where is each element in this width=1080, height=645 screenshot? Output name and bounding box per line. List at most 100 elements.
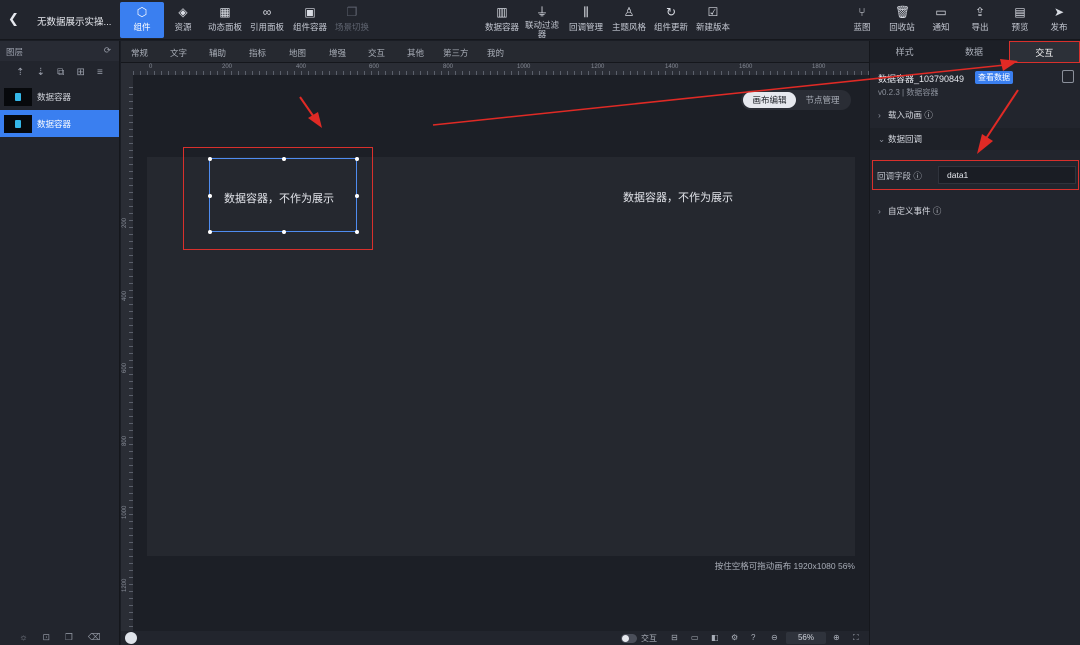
canvas-bottom-bar: 交互 ⊟ ▭ ◧ ⚙ ? ⊖ 56% ⊕ ⛶ (121, 631, 869, 645)
tool-component-update[interactable]: ↻ 组件更新 (649, 2, 693, 38)
tool-label: 回调管理 (568, 22, 603, 32)
tool-components[interactable]: ⬡ 组件 (120, 2, 164, 38)
category-tab[interactable]: 文字 (170, 47, 187, 59)
help-icon[interactable]: ? (751, 633, 755, 642)
chevron-down-icon: ⌄ (878, 134, 886, 144)
category-tab[interactable]: 第三方 (443, 47, 469, 59)
tool-label: 发布 (1050, 22, 1068, 32)
assistant-avatar-icon[interactable] (125, 632, 137, 644)
tool-data-container[interactable]: ▥ 数据容器 (480, 2, 524, 38)
layer-thumbnail (4, 114, 32, 133)
category-tab[interactable]: 其他 (407, 47, 424, 59)
bulb-icon[interactable]: ☼ (19, 632, 27, 643)
tab-interaction[interactable]: 交互 (1008, 41, 1080, 63)
ruler-label: 1800 (812, 64, 826, 70)
mode-node-manage[interactable]: 节点管理 (796, 92, 849, 108)
category-tab[interactable]: 交互 (368, 47, 385, 59)
section-custom-event[interactable]: › 自定义事件 ⓘ (870, 200, 1080, 222)
layer-label: 数据容器 (37, 118, 72, 129)
category-tab[interactable]: 常规 (131, 47, 148, 59)
move-up-icon[interactable]: ⇡ (16, 67, 24, 78)
tool-linkage-filter[interactable]: ⏚ 联动过滤器 (520, 2, 564, 39)
tool-label: 通知 (932, 22, 950, 32)
interaction-toggle-label: 交互 (641, 634, 657, 643)
tool-label: 引用面板 (249, 22, 284, 32)
layer-item[interactable]: 数据容器 (0, 83, 119, 110)
category-tab[interactable]: 指标 (249, 47, 266, 59)
tool-new-version[interactable]: ☑ 新建版本 (691, 2, 735, 38)
ruler-label: 600 (369, 64, 380, 70)
refresh-icon[interactable]: ⟳ (104, 45, 111, 56)
help-circle-icon[interactable]: ⓘ (933, 206, 942, 216)
tool-notify[interactable]: ▭ 通知 (919, 2, 963, 38)
canvas-mode-switch: 画布编辑 节点管理 (741, 90, 851, 110)
ruler-label: 200 (122, 217, 128, 228)
ruler-label: 0 (149, 64, 153, 70)
tool-scene-switch[interactable]: ❐ 场景切换 (330, 2, 374, 38)
mode-canvas-edit[interactable]: 画布编辑 (743, 92, 796, 108)
fit-screen-icon[interactable]: ⛶ (853, 633, 859, 643)
settings-icon[interactable]: ⚙ (731, 633, 738, 642)
link-icon: ∞ (262, 5, 272, 19)
component-version: v0.2.3 | 数据容器 (878, 88, 939, 97)
shortcut-icon[interactable]: ⊟ (671, 633, 678, 642)
annotation-highlight-box (872, 160, 1079, 190)
group-icon[interactable]: ⧉ (57, 67, 64, 78)
chevron-right-icon: › (878, 110, 881, 120)
section-data-callback[interactable]: ⌄ 数据回调 (870, 128, 1080, 150)
tool-export[interactable]: ⇪ 导出 (958, 2, 1002, 38)
ruler-label: 1000 (122, 505, 128, 519)
lock-icon[interactable]: ⊡ (43, 632, 51, 643)
section-load-animation[interactable]: › 载入动画 ⓘ (870, 104, 1080, 126)
ruler-top: 0 200 400 600 800 1000 1200 1400 1600 18… (121, 63, 869, 75)
move-down-icon[interactable]: ⇣ (37, 67, 45, 78)
top-toolbar: ❮ 无数据展示实操... ⬡ 组件 ◈ 资源 ▦ 动态面板 ∞ 引用面板 ▣ 组件容器 ❐… (0, 0, 1080, 40)
panel-icon[interactable]: ◧ (711, 633, 719, 642)
document-icon[interactable] (1062, 70, 1074, 83)
tool-reference-panel[interactable]: ∞ 引用面板 (245, 2, 289, 38)
monitor-icon[interactable]: ▭ (691, 633, 699, 642)
zoom-level[interactable]: 56% (786, 632, 826, 644)
menu-icon[interactable]: ≡ (97, 67, 103, 78)
interaction-toggle[interactable] (621, 634, 637, 643)
back-arrow-icon[interactable]: ❮ (8, 12, 22, 26)
ruler-label: 400 (122, 290, 128, 301)
tool-component-container[interactable]: ▣ 组件容器 (288, 2, 332, 38)
category-tab[interactable]: 辅助 (209, 47, 226, 59)
tab-data[interactable]: 数据 (939, 41, 1008, 63)
tool-publish[interactable]: ➤ 发布 (1037, 2, 1080, 38)
category-tab[interactable]: 我的 (487, 47, 504, 59)
category-tab[interactable]: 增强 (329, 47, 346, 59)
tool-dynamic-panel[interactable]: ▦ 动态面板 (203, 2, 247, 38)
preview-icon: ▤ (1014, 5, 1026, 19)
tool-preview[interactable]: ▤ 预览 (998, 2, 1042, 38)
zoom-in-icon[interactable]: ⊕ (833, 633, 840, 642)
tool-label: 场景切换 (334, 22, 369, 32)
category-tab[interactable]: 地图 (289, 47, 306, 59)
tool-label: 回收站 (889, 22, 915, 32)
zoom-out-icon[interactable]: ⊖ (771, 633, 778, 642)
tool-resources[interactable]: ◈ 资源 (161, 2, 205, 38)
ruler-label: 1200 (122, 578, 128, 592)
ruler-label: 1400 (665, 64, 679, 70)
tab-style[interactable]: 样式 (870, 41, 939, 63)
trash-icon: 🗑 (895, 5, 911, 19)
tool-blueprint[interactable]: ⑂ 蓝图 (840, 2, 884, 38)
tool-label: 主题风格 (611, 22, 646, 32)
delete-icon[interactable]: ⌫ (88, 632, 101, 643)
ruler-label: 400 (296, 64, 307, 70)
view-data-button[interactable]: 查看数据 (975, 71, 1013, 84)
copy-icon[interactable]: ❐ (65, 632, 73, 643)
hexagon-icon: ⬡ (136, 5, 148, 19)
tool-theme-style[interactable]: ♙ 主题风格 (607, 2, 651, 38)
tool-label: 数据容器 (484, 22, 519, 32)
canvas-area[interactable]: 0 200 400 600 800 1000 1200 1400 1600 18… (121, 63, 869, 643)
layer-item-selected[interactable]: 数据容器 (0, 110, 119, 137)
tool-label: 组件 (133, 22, 151, 32)
help-circle-icon[interactable]: ⓘ (924, 110, 933, 120)
ungroup-icon[interactable]: ⊞ (76, 67, 84, 78)
section-label: 自定义事件 (888, 206, 931, 216)
tool-recycle-bin[interactable]: 🗑 回收站 (880, 2, 924, 38)
tool-callback-manager[interactable]: ⫼ 回调管理 (564, 2, 608, 38)
palette-icon: ♙ (623, 5, 635, 19)
